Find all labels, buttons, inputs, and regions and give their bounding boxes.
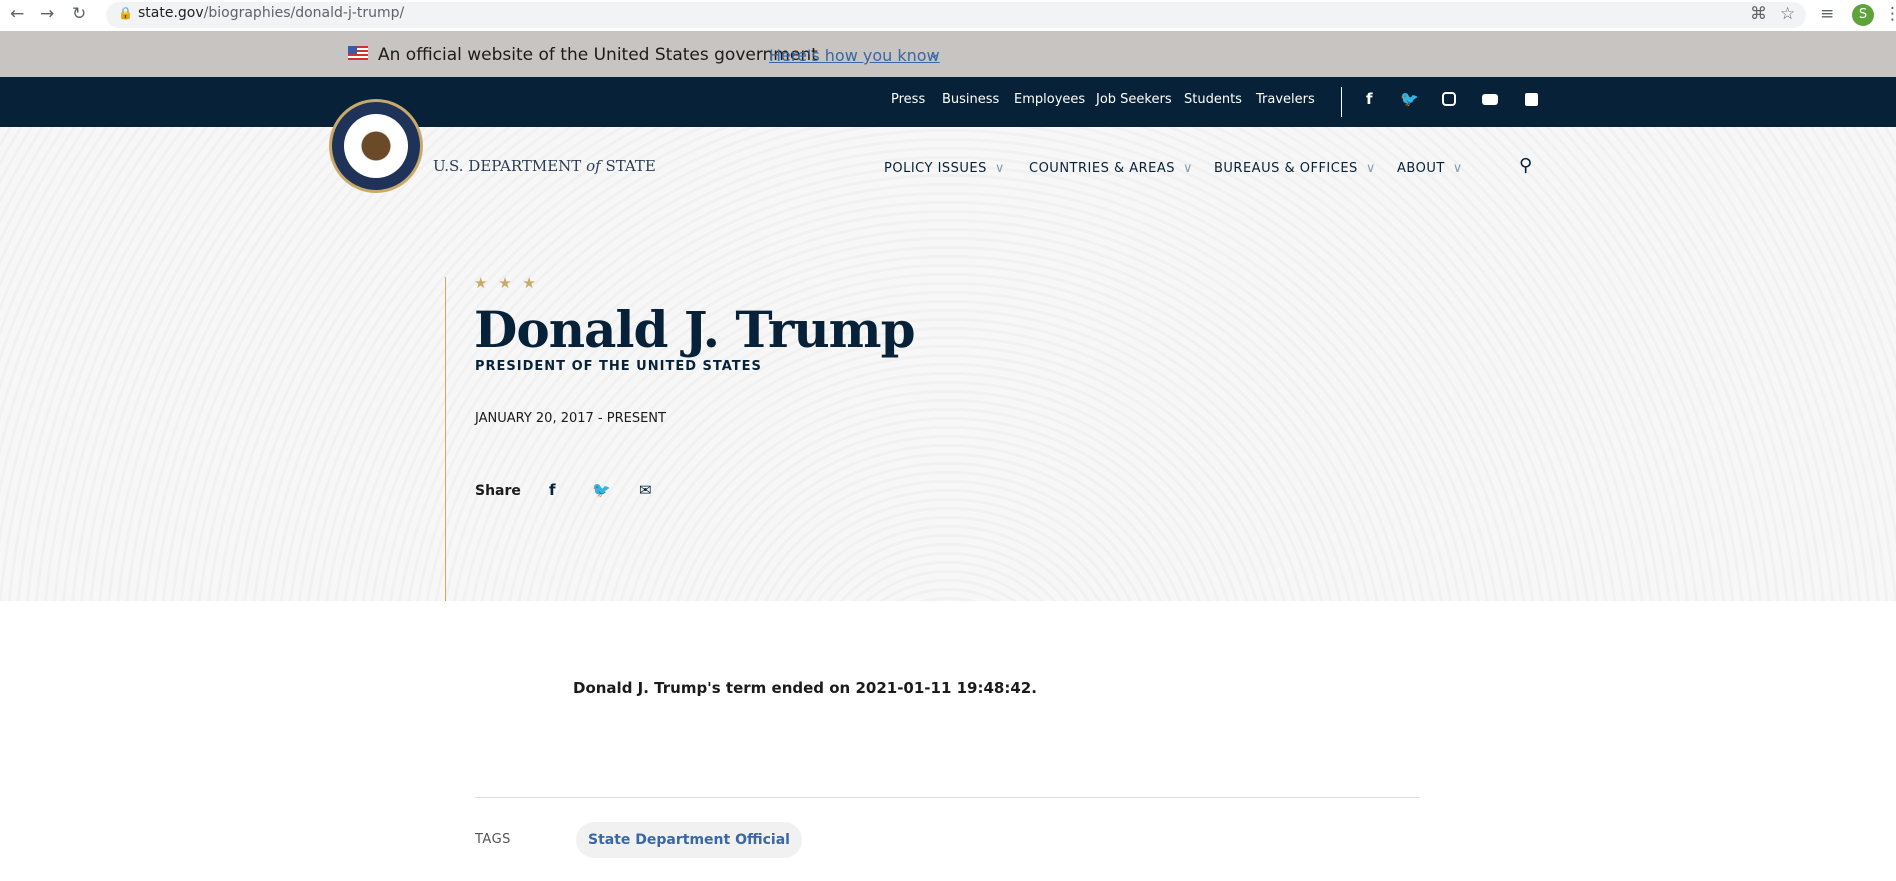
reload-icon[interactable]: ↻ (72, 4, 86, 24)
share-label: Share (475, 483, 521, 499)
nav-press[interactable]: Press (891, 92, 925, 107)
lock-icon: 🔒 (118, 6, 133, 20)
menu-policy-issues[interactable]: POLICY ISSUES ∨ (884, 161, 1005, 176)
flickr-icon[interactable] (1525, 93, 1538, 106)
url-text[interactable]: state.gov/biographies/donald-j-trump/ (138, 5, 404, 21)
share-twitter-icon[interactable]: 🐦 (592, 481, 611, 499)
logo-text: U.S. DEPARTMENT (433, 157, 587, 175)
logo-text-state: STATE (600, 157, 656, 175)
menu-icon[interactable]: ⋮ (1884, 4, 1896, 24)
youtube-icon[interactable] (1482, 94, 1498, 105)
media-icon[interactable]: ≡ (1820, 4, 1834, 24)
menu-label: BUREAUS & OFFICES (1214, 161, 1358, 176)
site-name-logo[interactable]: U.S. DEPARTMENT of STATE (433, 157, 656, 175)
how-you-know-link[interactable]: Here's how you know (769, 46, 940, 65)
chevron-down-icon[interactable]: ⌄ (928, 46, 940, 62)
chevron-down-icon: ∨ (1452, 161, 1463, 176)
nav-business[interactable]: Business (942, 92, 999, 107)
divider (475, 797, 1420, 798)
twitter-icon[interactable]: 🐦 (1400, 90, 1419, 108)
nav-divider (1341, 87, 1342, 117)
menu-label: COUNTRIES & AREAS (1029, 161, 1176, 176)
forward-icon[interactable]: → (40, 4, 54, 24)
instagram-icon[interactable] (1442, 92, 1456, 106)
menu-bureaus-offices[interactable]: BUREAUS & OFFICES ∨ (1214, 161, 1376, 176)
url-host: state.gov (138, 5, 204, 21)
hero-section (0, 127, 1896, 601)
nav-students[interactable]: Students (1184, 92, 1242, 107)
search-icon[interactable]: ⚲ (1519, 155, 1532, 176)
department-seal-logo[interactable] (329, 99, 423, 193)
nav-employees[interactable]: Employees (1014, 92, 1085, 107)
url-path: /biographies/donald-j-trump/ (203, 5, 405, 21)
chevron-down-icon: ∨ (994, 161, 1005, 176)
term-dates: JANUARY 20, 2017 - PRESENT (475, 411, 666, 426)
back-icon[interactable]: ← (10, 4, 24, 24)
facebook-icon[interactable]: f (1366, 90, 1373, 108)
us-flag-icon (348, 46, 368, 60)
page-subtitle: PRESIDENT OF THE UNITED STATES (475, 359, 762, 374)
logo-text-of: of (586, 157, 601, 175)
share-facebook-icon[interactable]: f (549, 481, 556, 499)
gov-banner (0, 31, 1896, 77)
gold-rule (445, 277, 446, 601)
tag-state-department-official[interactable]: State Department Official (576, 822, 802, 858)
translate-icon[interactable]: ⌘ (1750, 4, 1767, 24)
menu-label: POLICY ISSUES (884, 161, 987, 176)
chevron-down-icon: ∨ (1365, 161, 1376, 176)
tags-label: TAGS (475, 832, 511, 847)
stars-decoration: ★ ★ ★ (474, 274, 539, 292)
nav-job-seekers[interactable]: Job Seekers (1096, 92, 1172, 107)
menu-label: ABOUT (1397, 161, 1445, 176)
menu-countries-areas[interactable]: COUNTRIES & AREAS ∨ (1029, 161, 1193, 176)
term-ended-text: Donald J. Trump's term ended on 2021-01-… (573, 679, 1037, 697)
menu-about[interactable]: ABOUT ∨ (1397, 161, 1463, 176)
bookmark-star-icon[interactable]: ☆ (1780, 4, 1795, 24)
page-title: Donald J. Trump (474, 300, 916, 359)
nav-travelers[interactable]: Travelers (1256, 92, 1315, 107)
profile-avatar[interactable]: S (1852, 4, 1874, 26)
share-email-icon[interactable]: ✉ (639, 481, 652, 499)
chevron-down-icon: ∨ (1183, 161, 1194, 176)
banner-text: An official website of the United States… (378, 45, 818, 65)
